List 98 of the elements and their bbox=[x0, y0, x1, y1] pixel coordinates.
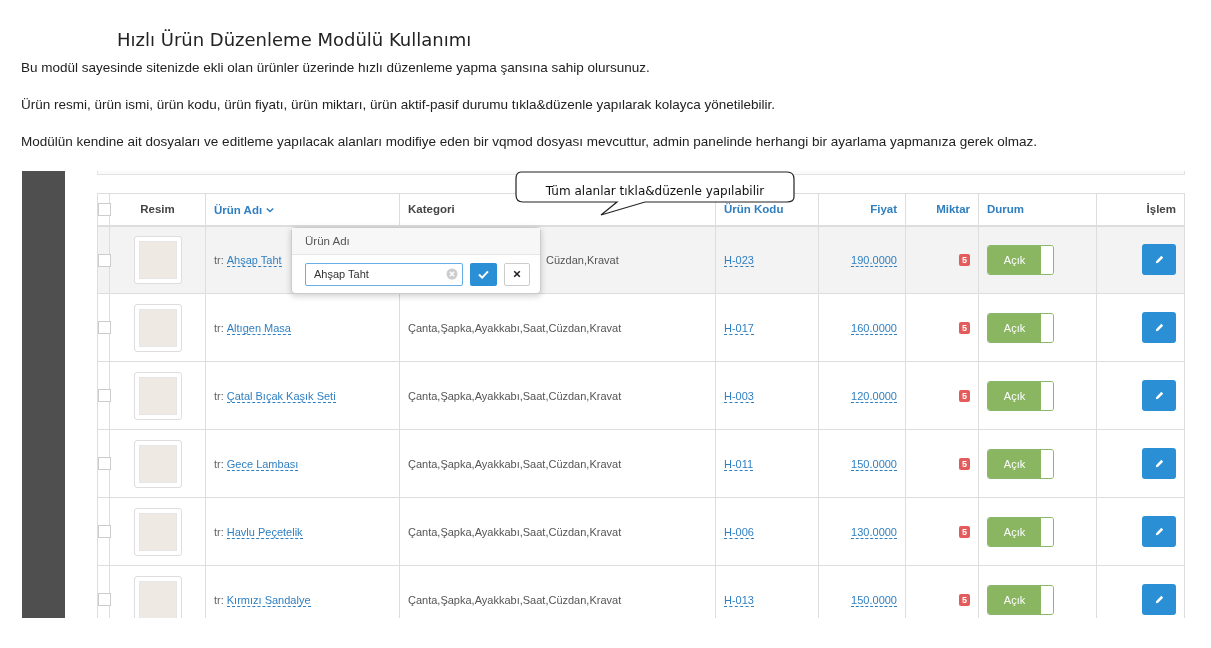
check-icon bbox=[478, 269, 489, 279]
category-text: Çanta,Şapka,Ayakkabı,Saat,Cüzdan,Kravat bbox=[408, 593, 622, 606]
product-name-link[interactable]: Ahşap Taht bbox=[226, 253, 282, 267]
status-toggle[interactable]: Açık bbox=[987, 448, 1054, 479]
row-checkbox[interactable] bbox=[98, 389, 111, 403]
edit-button[interactable] bbox=[1142, 584, 1176, 615]
callout-text: Tüm alanlar tıkla&düzenle yapılabilir bbox=[545, 184, 765, 199]
edit-button[interactable] bbox=[1142, 244, 1176, 276]
language-label: tr: bbox=[214, 457, 224, 470]
edit-button[interactable] bbox=[1142, 380, 1176, 411]
select-all-checkbox[interactable] bbox=[98, 203, 111, 216]
price-link[interactable]: 150.0000 bbox=[851, 457, 897, 471]
confirm-button[interactable] bbox=[470, 262, 497, 286]
table-row[interactable]: tr: Ahşap Taht Ürün Adı Ahşap Taht Cüzdan,Kravat H-023 190.0000 5 Açık bbox=[97, 225, 1185, 294]
product-code-link[interactable]: H-011 bbox=[724, 457, 754, 471]
category-text: Çanta,Şapka,Ayakkabı,Saat,Cüzdan,Kravat bbox=[408, 457, 622, 470]
quantity-badge[interactable]: 5 bbox=[959, 390, 970, 402]
status-toggle[interactable]: Açık bbox=[987, 244, 1054, 275]
product-name-link[interactable]: Kırmızı Sandalye bbox=[226, 593, 311, 607]
close-icon bbox=[513, 270, 521, 278]
quantity-badge[interactable]: 5 bbox=[959, 322, 970, 334]
pencil-icon bbox=[1153, 458, 1165, 469]
row-checkbox[interactable] bbox=[98, 253, 111, 267]
paragraph: Modülün kendine ait dosyaları ve editleme yapılacak alanları modifiye eden bir vqmod dosyası mevcuttur, admin panelinde herhangi bir ayarlama yapmanıza gerek olmaz. bbox=[21, 134, 1038, 149]
table-row[interactable]: tr: Kırmızı Sandalye Çanta,Şapka,Ayakkabı,Saat,Cüzdan,Kravat H-013 150.0000 5 Açık bbox=[97, 565, 1185, 618]
photo-placeholder bbox=[138, 580, 177, 618]
column-header[interactable]: Ürün Adı bbox=[214, 203, 263, 216]
column-header: Kategori bbox=[408, 203, 455, 216]
row-checkbox[interactable] bbox=[98, 593, 111, 607]
photo-placeholder bbox=[138, 444, 177, 483]
thumbnail-frame[interactable] bbox=[133, 507, 182, 556]
edit-button[interactable] bbox=[1142, 516, 1176, 547]
category-text: Çanta,Şapka,Ayakkabı,Saat,Cüzdan,Kravat bbox=[408, 321, 622, 334]
column-header[interactable]: Fiyat bbox=[870, 203, 897, 216]
product-code-link[interactable]: H-017 bbox=[724, 321, 754, 335]
column-header[interactable]: Durum bbox=[987, 203, 1025, 216]
status-toggle[interactable]: Açık bbox=[987, 516, 1054, 547]
price-link[interactable]: 190.0000 bbox=[851, 253, 897, 267]
product-code-link[interactable]: H-023 bbox=[724, 253, 754, 267]
status-toggle[interactable]: Açık bbox=[987, 584, 1054, 615]
photo-placeholder bbox=[138, 240, 177, 279]
category-text: Çanta,Şapka,Ayakkabı,Saat,Cüzdan,Kravat bbox=[408, 525, 622, 538]
page-title: Hızlı Ürün Düzenleme Modülü Kullanımı bbox=[117, 29, 472, 50]
pencil-icon bbox=[1153, 594, 1165, 605]
edit-button[interactable] bbox=[1142, 448, 1176, 479]
price-link[interactable]: 160.0000 bbox=[851, 321, 897, 335]
table-row[interactable]: tr: Gece Lambası Çanta,Şapka,Ayakkabı,Saat,Cüzdan,Kravat H-011 150.0000 5 Açık bbox=[97, 429, 1185, 498]
product-code-link[interactable]: H-013 bbox=[724, 593, 754, 607]
product-name-link[interactable]: Çatal Bıçak Kaşık Seti bbox=[226, 389, 336, 403]
thumbnail-frame[interactable] bbox=[133, 303, 182, 352]
pencil-icon bbox=[1153, 322, 1165, 333]
thumbnail-frame[interactable] bbox=[133, 439, 182, 488]
cancel-button[interactable] bbox=[504, 262, 530, 286]
column-header: İşlem bbox=[1146, 203, 1176, 216]
thumbnail-frame[interactable] bbox=[133, 235, 182, 284]
thumbnail-frame[interactable] bbox=[133, 575, 182, 618]
photo-placeholder bbox=[138, 308, 177, 347]
column-header[interactable]: Miktar bbox=[936, 203, 970, 216]
row-checkbox[interactable] bbox=[98, 525, 111, 539]
row-checkbox[interactable] bbox=[98, 321, 111, 335]
clear-icon[interactable] bbox=[446, 267, 458, 280]
pencil-icon bbox=[1153, 390, 1165, 401]
product-name-link[interactable]: Gece Lambası bbox=[226, 457, 299, 471]
price-link[interactable]: 150.0000 bbox=[851, 593, 897, 607]
table-row[interactable]: tr: Altıgen Masa Çanta,Şapka,Ayakkabı,Saat,Cüzdan,Kravat H-017 160.0000 5 Açık bbox=[97, 293, 1185, 362]
status-toggle[interactable]: Açık bbox=[987, 380, 1054, 411]
product-name-link[interactable]: Altıgen Masa bbox=[226, 321, 291, 335]
category-text: Cüzdan,Kravat bbox=[546, 253, 619, 266]
price-link[interactable]: 130.0000 bbox=[851, 525, 897, 539]
table-row[interactable]: tr: Çatal Bıçak Kaşık Seti Çanta,Şapka,Ayakkabı,Saat,Cüzdan,Kravat H-003 120.0000 5 Açık bbox=[97, 361, 1185, 430]
quantity-badge[interactable]: 5 bbox=[959, 458, 970, 470]
quantity-badge[interactable]: 5 bbox=[959, 254, 970, 267]
language-label: tr: bbox=[214, 525, 224, 538]
product-code-link[interactable]: H-006 bbox=[724, 525, 754, 539]
name-input-field[interactable]: Ahşap Taht bbox=[305, 262, 463, 286]
popover-title: Ürün Adı bbox=[292, 227, 540, 255]
category-text: Çanta,Şapka,Ayakkabı,Saat,Cüzdan,Kravat bbox=[408, 389, 622, 402]
quantity-badge[interactable]: 5 bbox=[959, 594, 970, 606]
row-checkbox[interactable] bbox=[98, 457, 111, 471]
edit-button[interactable] bbox=[1142, 312, 1176, 343]
paragraph: Bu modül sayesinde sitenizde ekli olan ürünler üzerinde hızlı düzenleme yapma şansına sahip olursunuz. bbox=[21, 60, 650, 75]
photo-placeholder bbox=[138, 376, 177, 415]
language-label: tr: bbox=[214, 253, 224, 266]
product-code-link[interactable]: H-003 bbox=[724, 389, 754, 403]
photo-placeholder bbox=[138, 512, 177, 551]
thumbnail-frame[interactable] bbox=[133, 371, 182, 420]
quantity-badge[interactable]: 5 bbox=[959, 526, 970, 538]
table-row[interactable]: tr: Havlu Peçetelik Çanta,Şapka,Ayakkabı,Saat,Cüzdan,Kravat H-006 130.0000 5 Açık bbox=[97, 497, 1185, 566]
price-link[interactable]: 120.0000 bbox=[851, 389, 897, 403]
column-header: Resim bbox=[140, 203, 175, 216]
language-label: tr: bbox=[214, 321, 224, 334]
pencil-icon bbox=[1153, 526, 1165, 537]
language-label: tr: bbox=[214, 593, 224, 606]
status-toggle[interactable]: Açık bbox=[987, 312, 1054, 343]
language-label: tr: bbox=[214, 389, 224, 402]
pencil-icon bbox=[1153, 254, 1165, 266]
product-name-link[interactable]: Havlu Peçetelik bbox=[226, 525, 303, 539]
paragraph: Ürün resmi, ürün ismi, ürün kodu, ürün fiyatı, ürün miktarı, ürün aktif-pasif durumu tıkla&düzenle yapılarak kolayca yönetilebilir. bbox=[21, 97, 776, 112]
